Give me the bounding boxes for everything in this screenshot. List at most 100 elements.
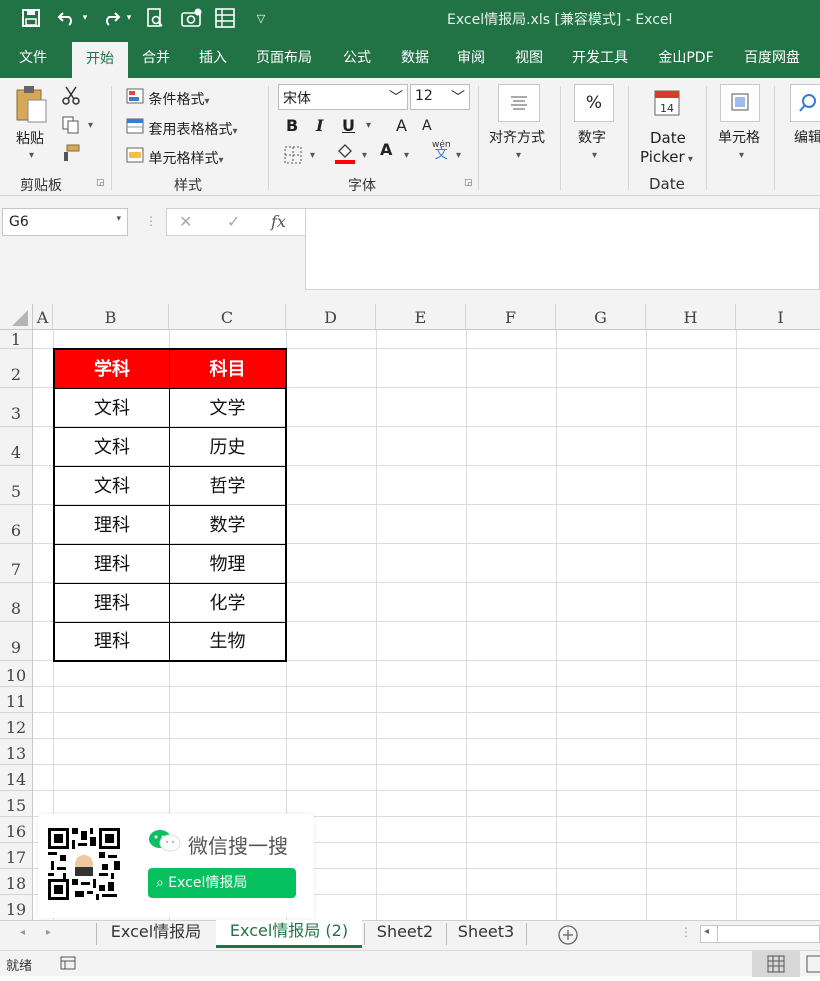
row-header[interactable]: 12 [0,713,33,739]
calendar-icon[interactable]: 14 [654,88,680,120]
copy-icon[interactable] [62,116,80,138]
row-header[interactable]: 19 [0,895,33,920]
column-header[interactable]: E [376,304,466,330]
editing-button[interactable]: 编辑 [794,127,820,147]
customize-qat-icon[interactable]: ▽ [254,7,268,29]
borders-icon[interactable] [284,146,302,168]
bold-button[interactable]: B [286,116,298,135]
sheet-tab[interactable]: Excel情报局 [100,921,212,949]
column-header[interactable]: C [169,304,286,330]
table-cell[interactable]: 理科 [55,545,170,584]
underline-dropdown-icon[interactable]: ▾ [366,120,371,131]
shrink-font-button[interactable]: A [422,118,432,134]
paste-button[interactable]: 粘贴 [16,128,44,148]
table-cell[interactable]: 历史 [170,428,285,467]
column-header[interactable]: D [286,304,376,330]
page-layout-view-icon[interactable] [806,955,820,977]
sheet-tab-active[interactable]: Excel情报局 (2) [216,920,362,948]
conditional-formatting-button[interactable]: 条件格式▾ [126,88,209,109]
cells-dropdown-icon[interactable]: ▾ [739,150,744,161]
tab-review[interactable]: 审阅 [446,38,496,78]
fill-color-icon[interactable] [334,142,356,168]
row-header[interactable]: 5 [0,466,33,505]
borders-dropdown-icon[interactable]: ▾ [310,150,315,161]
font-launcher-icon[interactable]: ◲ [464,178,473,188]
date-picker-button[interactable]: Picker ▾ [640,148,693,166]
redo-dropdown-icon[interactable]: ▾ [124,7,134,29]
column-header[interactable]: A [33,304,53,330]
row-header[interactable]: 4 [0,427,33,466]
tab-baidu-netdisk[interactable]: 百度网盘 [734,38,810,78]
row-header[interactable]: 18 [0,869,33,895]
cells-icon[interactable] [720,84,760,122]
table-cell[interactable]: 哲学 [170,467,285,506]
tab-merge[interactable]: 合并 [132,38,180,78]
column-header[interactable]: B [53,304,169,330]
cells-button[interactable]: 单元格 [718,127,760,147]
copy-dropdown-icon[interactable]: ▾ [88,120,93,131]
table-cell[interactable]: 理科 [55,506,170,545]
table-cell[interactable]: 理科 [55,584,170,623]
scroll-left-icon[interactable]: ◂ [20,927,25,938]
normal-view-button[interactable] [752,951,800,977]
row-header[interactable]: 8 [0,583,33,622]
sheet-tab[interactable]: Sheet3 [450,921,522,949]
table-cell[interactable]: 文科 [55,428,170,467]
number-dropdown-icon[interactable]: ▾ [592,150,597,161]
cut-icon[interactable] [62,86,80,110]
percent-icon[interactable]: % [574,84,614,122]
table-cell[interactable]: 文科 [55,467,170,506]
row-header[interactable]: 2 [0,349,33,388]
tab-formulas[interactable]: 公式 [332,38,382,78]
font-color-dropdown-icon[interactable]: ▾ [404,150,409,161]
alignment-dropdown-icon[interactable]: ▾ [516,150,521,161]
formula-input[interactable] [305,208,820,290]
row-header[interactable]: 13 [0,739,33,765]
tab-file[interactable]: 文件 [8,38,58,78]
table-cell[interactable]: 数学 [170,506,285,545]
column-header[interactable]: F [466,304,556,330]
alignment-button[interactable]: 对齐方式 [489,127,545,147]
table-cell[interactable]: 理科 [55,623,170,660]
tab-developer[interactable]: 开发工具 [562,38,638,78]
clipboard-launcher-icon[interactable]: ◲ [96,178,105,188]
new-sheet-icon[interactable] [558,925,578,949]
format-as-table-button[interactable]: 套用表格格式▾ [126,118,237,139]
tab-kingsoft-pdf[interactable]: 金山PDF [648,38,724,78]
table-cell[interactable]: 化学 [170,584,285,623]
search-icon[interactable] [790,84,820,122]
table-cell[interactable]: 物理 [170,545,285,584]
row-header[interactable]: 15 [0,791,33,817]
column-header[interactable]: I [736,304,820,330]
table-cell[interactable]: 生物 [170,623,285,660]
insert-function-icon[interactable]: fx [271,212,286,231]
cell-styles-button[interactable]: 单元格样式▾ [126,147,223,168]
print-preview-icon[interactable] [144,7,166,29]
camera-icon[interactable] [180,7,204,29]
row-header[interactable]: 1 [0,330,33,349]
italic-button[interactable]: I [316,116,323,135]
column-header[interactable]: H [646,304,736,330]
font-name-select[interactable]: 宋体 ﹀ [278,84,408,110]
select-all-button[interactable] [0,304,33,330]
redo-icon[interactable] [100,7,122,29]
row-header[interactable]: 16 [0,817,33,843]
date-picker-line1[interactable]: Date [650,129,686,147]
macro-record-icon[interactable] [60,955,76,975]
table-header-cell[interactable]: 科目 [170,350,285,389]
font-size-select[interactable]: 12 ﹀ [410,84,470,110]
name-box[interactable]: G6 ▾ [2,208,128,236]
horizontal-scrollbar[interactable]: ◂ [700,925,820,943]
undo-icon[interactable] [56,7,78,29]
scroll-left-arrow-icon[interactable]: ◂ [704,926,709,937]
sheet-tab[interactable]: Sheet2 [368,921,442,949]
row-header[interactable]: 10 [0,661,33,687]
tab-splitter-icon[interactable]: ⋮ [680,925,692,939]
number-format-button[interactable]: 数字 [578,127,606,147]
phonetic-guide-button[interactable]: wén 文 [432,140,451,161]
grow-font-button[interactable]: A [396,116,407,135]
table-cell[interactable]: 文科 [55,389,170,428]
table-header-cell[interactable]: 学科 [55,350,170,389]
row-header[interactable]: 11 [0,687,33,713]
fill-color-dropdown-icon[interactable]: ▾ [362,150,367,161]
